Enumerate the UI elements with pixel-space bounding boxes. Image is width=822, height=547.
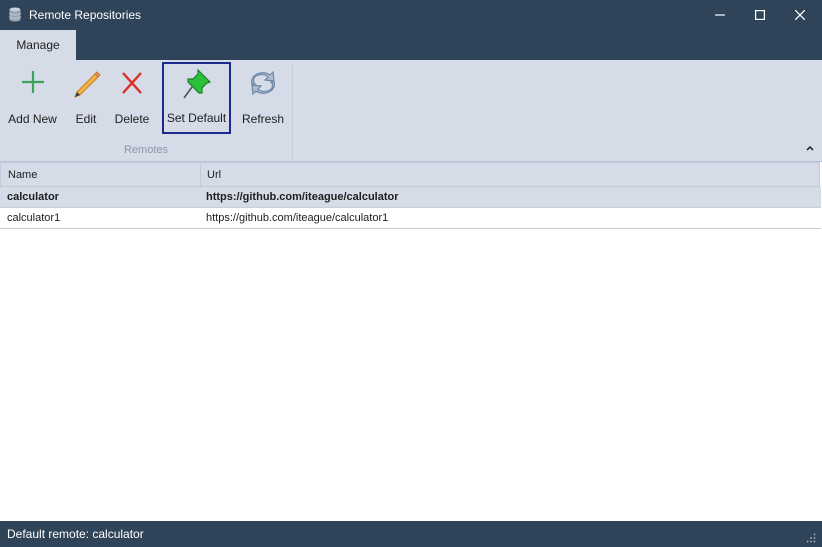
remotes-grid: Name Url calculator https://github.com/i… <box>0 162 822 521</box>
column-header-name[interactable]: Name <box>8 169 37 181</box>
pencil-icon <box>74 71 101 98</box>
cell-url: https://github.com/iteague/calculator1 <box>206 212 389 224</box>
ribbon-panel: Add New Edit Delete Set Default Refresh … <box>0 60 822 162</box>
refresh-label: Refresh <box>241 112 285 126</box>
refresh-button[interactable]: Refresh <box>239 63 287 131</box>
column-header-url[interactable]: Url <box>207 169 221 181</box>
resize-grip-icon[interactable] <box>806 533 816 543</box>
minimize-button[interactable] <box>698 0 742 30</box>
add-new-button[interactable]: Add New <box>5 63 60 131</box>
x-icon <box>122 72 142 94</box>
delete-button[interactable]: Delete <box>112 63 152 131</box>
tab-manage[interactable]: Manage <box>0 30 76 60</box>
close-icon <box>795 10 805 20</box>
database-icon <box>9 7 21 22</box>
edit-label: Edit <box>75 112 97 126</box>
table-row[interactable]: calculator1 https://github.com/iteague/c… <box>0 208 821 229</box>
status-bar: Default remote: calculator <box>0 521 822 547</box>
collapse-ribbon-icon[interactable] <box>804 142 816 154</box>
pushpin-icon <box>182 68 211 99</box>
close-button[interactable] <box>778 0 822 30</box>
cell-url: https://github.com/iteague/calculator <box>206 191 399 203</box>
ribbon-group-label: Remotes <box>123 144 169 156</box>
add-new-label: Add New <box>8 112 57 126</box>
group-separator <box>292 64 293 159</box>
edit-button[interactable]: Edit <box>66 63 106 131</box>
refresh-icon <box>251 70 275 96</box>
plus-icon <box>21 71 44 93</box>
title-bar: Remote Repositories <box>0 0 822 30</box>
column-separator[interactable] <box>200 163 201 188</box>
table-row[interactable]: calculator https://github.com/iteague/ca… <box>0 187 821 208</box>
cell-name: calculator <box>7 191 59 203</box>
cell-name: calculator1 <box>7 212 61 224</box>
minimize-icon <box>715 14 725 16</box>
grid-header: Name Url <box>0 162 820 188</box>
maximize-button[interactable] <box>738 0 782 30</box>
tab-manage-label: Manage <box>16 38 60 52</box>
ribbon-tab-strip: Manage <box>0 30 822 60</box>
window-title: Remote Repositories <box>29 8 142 22</box>
status-text: Default remote: calculator <box>7 527 144 541</box>
set-default-label: Set Default <box>166 111 227 125</box>
delete-label: Delete <box>114 112 150 126</box>
maximize-icon <box>755 10 765 20</box>
set-default-button[interactable]: Set Default <box>162 62 231 134</box>
